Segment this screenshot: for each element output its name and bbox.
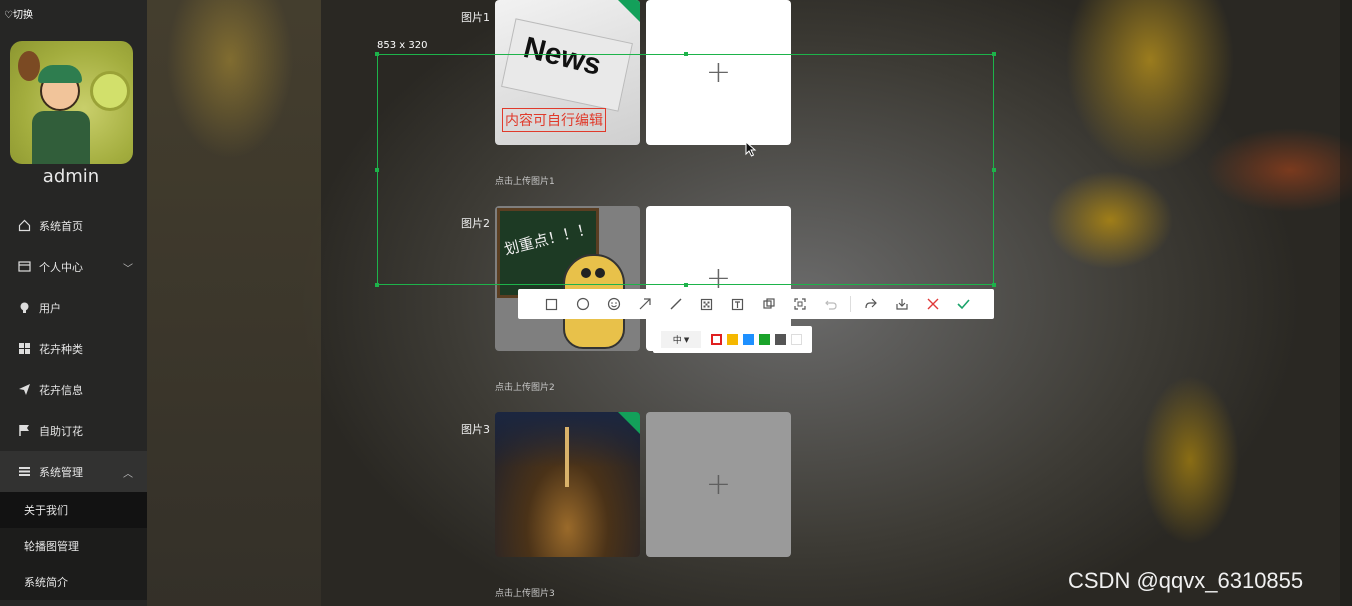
size-select-value: 中 (672, 336, 682, 346)
pic1-label: 图片1 (461, 11, 490, 24)
menu-icon (18, 465, 31, 478)
text-icon[interactable] (722, 289, 753, 319)
color-swatch-green[interactable] (759, 334, 770, 345)
pic3-upload-button[interactable]: + (646, 412, 791, 557)
avatar[interactable] (10, 41, 133, 164)
pic3-label: 图片3 (461, 423, 490, 436)
resize-handle[interactable] (684, 52, 688, 56)
sidebar: ♡切换 admin 系统首页 个人中心 ﹀ 用户 花卉种类 花卉信息 自助订花 … (0, 0, 147, 606)
resize-handle[interactable] (375, 283, 379, 287)
card-icon (18, 260, 31, 273)
nav-item-user[interactable]: 用户 (0, 287, 147, 328)
size-select[interactable]: 中 ▼ (661, 331, 701, 348)
nav-label: 花卉种类 (39, 342, 83, 356)
sub-item-carousel[interactable]: 轮播图管理 (0, 528, 147, 564)
watermark: CSDN @qqvx_6310855 (1068, 568, 1304, 593)
pic3-hint: 点击上传图片3 (495, 589, 555, 599)
resize-handle[interactable] (992, 52, 996, 56)
success-corner (618, 412, 640, 434)
switch-link[interactable]: ♡切换 (4, 6, 33, 21)
flag-icon (18, 424, 31, 437)
bulb-icon (18, 301, 31, 314)
save-icon[interactable] (886, 289, 917, 319)
rect-icon[interactable] (536, 289, 567, 319)
background-edge (1340, 0, 1352, 606)
chevron-up-icon: ︿ (123, 469, 133, 480)
background-panel (147, 0, 321, 606)
avatar-club (18, 51, 40, 81)
city-tower (565, 427, 569, 487)
color-swatch-white[interactable] (791, 334, 802, 345)
grid-icon (18, 342, 31, 355)
resize-handle[interactable] (375, 168, 379, 172)
avatar-ball (90, 71, 130, 111)
circle-icon[interactable] (567, 289, 598, 319)
toolbar-divider (850, 296, 851, 312)
nav-label: 个人中心 (39, 260, 83, 274)
mosaic-icon[interactable] (691, 289, 722, 319)
layers-icon[interactable] (753, 289, 784, 319)
nav-label: 自助订花 (39, 424, 83, 438)
color-swatch-gray[interactable] (775, 334, 786, 345)
send-icon (18, 383, 31, 396)
resize-handle[interactable] (684, 283, 688, 287)
avatar-hair (38, 65, 82, 83)
resize-handle[interactable] (992, 283, 996, 287)
caret-down-icon: ▼ (683, 335, 690, 344)
resize-handle[interactable] (992, 168, 996, 172)
nav-label: 花卉信息 (39, 383, 83, 397)
pic3-thumbnail[interactable] (495, 412, 640, 557)
home-icon (18, 219, 31, 232)
arrow-icon[interactable] (629, 289, 660, 319)
mouse-cursor-icon (745, 140, 757, 160)
undo-icon[interactable] (815, 289, 846, 319)
popover-caret (736, 321, 746, 326)
capture-selection[interactable] (375, 52, 996, 287)
color-swatch-yellow[interactable] (727, 334, 738, 345)
selection-size-label: 853 x 320 (377, 40, 428, 51)
nav-label: 用户 (39, 301, 61, 315)
pic2-hint: 点击上传图片2 (495, 383, 555, 393)
sub-item-intro[interactable]: 系统简介 (0, 564, 147, 600)
color-picker-bar: 中 ▼ (653, 321, 812, 353)
color-swatch-red-selected[interactable] (711, 334, 722, 345)
avatar-body (32, 111, 90, 164)
nav-item-personal[interactable]: 个人中心 ﹀ (0, 246, 147, 287)
success-corner (618, 0, 640, 22)
share-icon[interactable] (855, 289, 886, 319)
sub-item-about[interactable]: 关于我们 (0, 492, 147, 528)
confirm-icon[interactable] (948, 289, 979, 319)
chevron-down-icon: ﹀ (123, 264, 133, 275)
nav-item-flower-types[interactable]: 花卉种类 (0, 328, 147, 369)
nav-label: 系统首页 (39, 219, 83, 233)
nav-item-home[interactable]: 系统首页 (0, 205, 147, 246)
nav-menu: 系统首页 个人中心 ﹀ 用户 花卉种类 花卉信息 自助订花 系统管理 ︿ 关于我… (0, 205, 147, 600)
nav-item-system[interactable]: 系统管理 ︿ (0, 451, 147, 492)
nav-label: 系统管理 (39, 465, 83, 479)
username: admin (42, 166, 100, 187)
capture-toolbar (518, 289, 994, 319)
resize-handle[interactable] (375, 52, 379, 56)
color-swatch-blue[interactable] (743, 334, 754, 345)
line-icon[interactable] (660, 289, 691, 319)
nav-item-order[interactable]: 自助订花 (0, 410, 147, 451)
ocr-icon[interactable] (784, 289, 815, 319)
emoji-icon[interactable] (598, 289, 629, 319)
cancel-icon[interactable] (917, 289, 948, 319)
nav-item-flower-info[interactable]: 花卉信息 (0, 369, 147, 410)
